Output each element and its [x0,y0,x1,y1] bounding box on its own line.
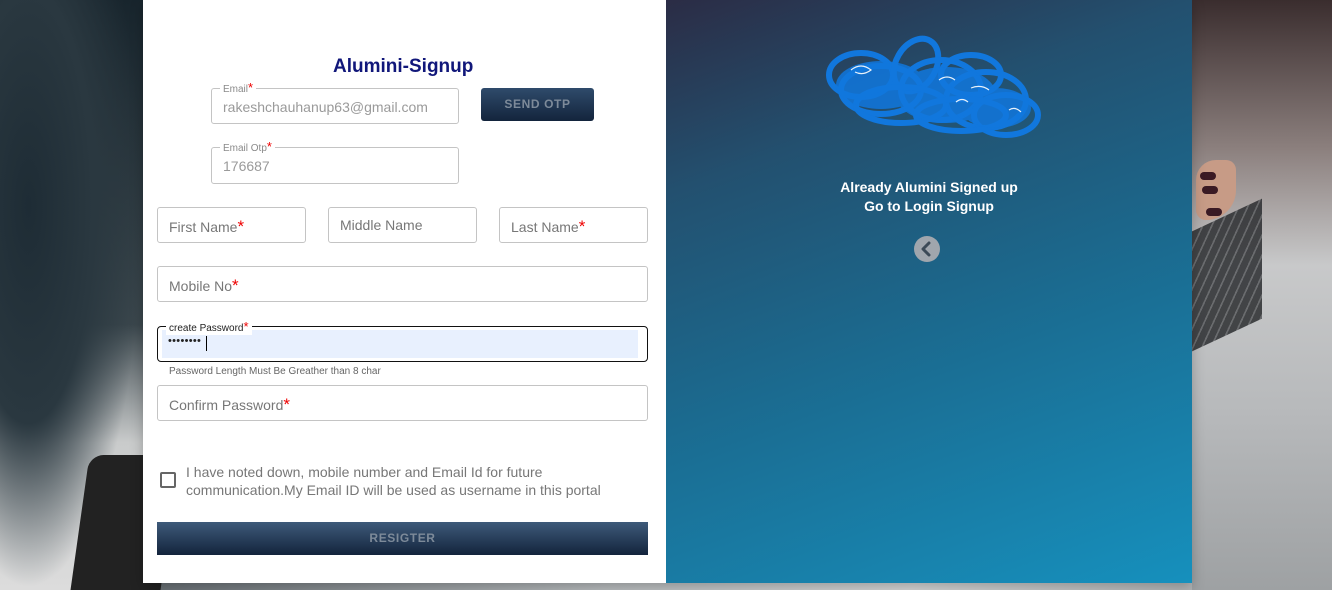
password-value: •••••••• [168,335,202,347]
mobile-field[interactable]: Mobile No* [157,266,648,302]
mobile-placeholder: Mobile No* [169,276,239,295]
background-nail [1206,208,1222,216]
confirm-password-placeholder: Confirm Password* [169,395,290,414]
agree-checkbox[interactable] [160,472,176,488]
chevron-left-icon [921,241,931,257]
first-name-field[interactable]: First Name* [157,207,306,243]
email-field[interactable]: Email* rakeshchauhanup63@gmail.com [211,81,459,124]
text-caret [206,336,207,351]
page-title: Alumini-Signup [333,56,474,77]
scribbled-logo-icon [826,35,1041,138]
email-otp-label: Email Otp* [220,140,275,155]
last-name-placeholder: Last Name* [511,217,586,236]
first-name-placeholder: First Name* [169,217,245,236]
background-nail [1200,172,1216,180]
agree-text: I have noted down, mobile number and Ema… [186,464,601,498]
email-otp-field[interactable]: Email Otp* 176687 [211,140,459,184]
password-helper-text: Password Length Must Be Greather than 8 … [169,366,381,377]
middle-name-placeholder: Middle Name [340,217,423,233]
background-nail [1202,186,1218,194]
info-text: Already Alumini Signed up Go to Login Si… [666,178,1192,216]
email-label: Email* [220,81,257,96]
info-panel: Already Alumini Signed up Go to Login Si… [666,0,1192,583]
back-to-login-button[interactable] [914,236,940,262]
email-value: rakeshchauhanup63@gmail.com [223,99,428,115]
signup-form: Alumini-Signup Email* rakeshchauhanup63@… [143,0,666,583]
last-name-field[interactable]: Last Name* [499,207,648,243]
email-otp-value: 176687 [223,158,270,174]
go-to-login-link[interactable]: Go to Login Signup [666,197,1192,216]
create-password-field[interactable]: create Password* •••••••• [157,320,648,362]
create-password-label: create Password* [166,320,252,335]
info-line-signed-up: Already Alumini Signed up [840,179,1018,195]
send-otp-button[interactable]: SEND OTP [481,88,594,121]
register-button[interactable]: RESIGTER [157,522,648,555]
middle-name-field[interactable]: Middle Name [328,207,477,243]
signup-card: Alumini-Signup Email* rakeshchauhanup63@… [143,0,1192,583]
confirm-password-field[interactable]: Confirm Password* [157,385,648,421]
